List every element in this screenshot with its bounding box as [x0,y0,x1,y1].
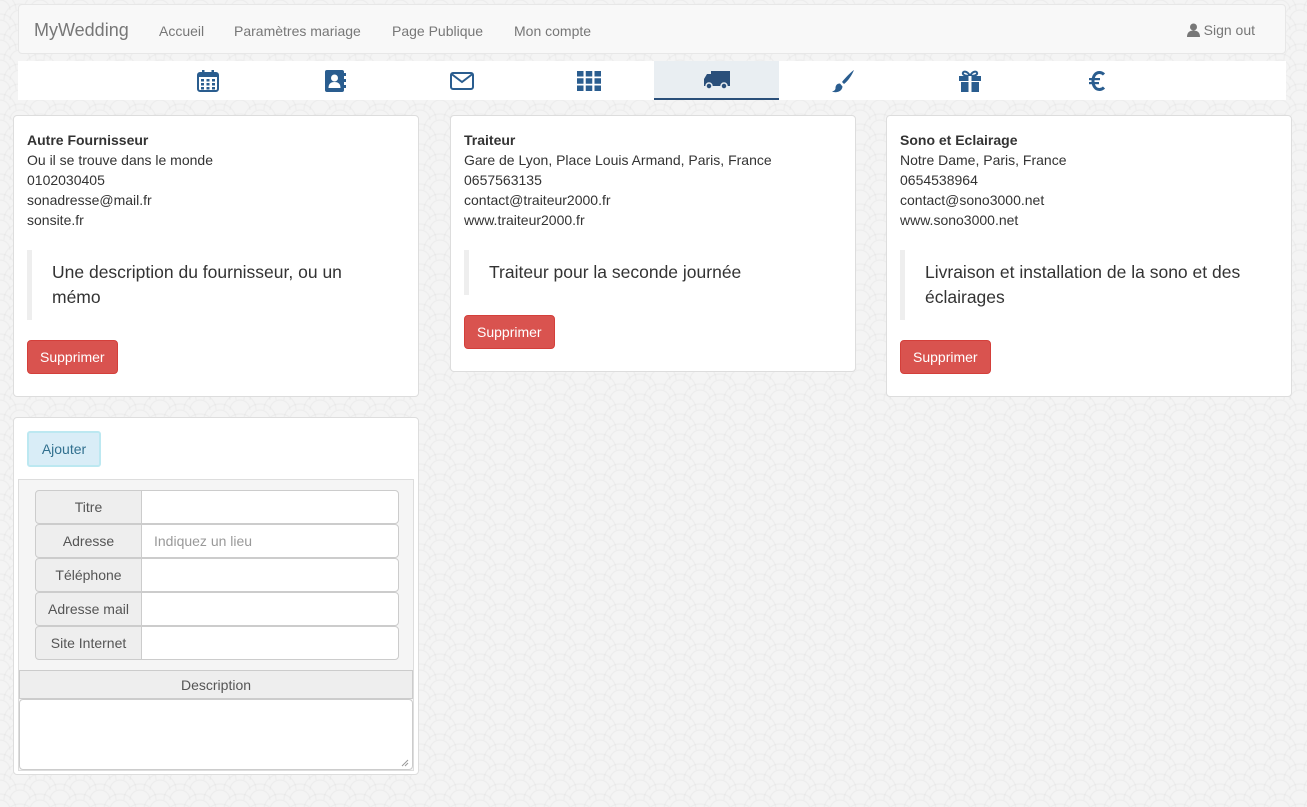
gift-icon [958,70,981,92]
add-supplier-button[interactable]: Ajouter [27,431,101,467]
address-label: Adresse [35,524,142,558]
resize-grip-icon[interactable] [401,759,409,767]
paintbrush-icon [831,69,854,92]
nav-link-mon-compte[interactable]: Mon compte [514,22,591,40]
supplier-email: sonadresse@mail.fr [27,192,152,208]
supplier-website: www.traiteur2000.fr [464,212,585,228]
delete-supplier-button[interactable]: Supprimer [464,315,555,349]
tab-gifts[interactable] [907,61,1032,100]
form-row-title: Titre [35,490,399,524]
add-supplier-card: Ajouter Titre Adresse Téléphone Adresse … [13,417,419,775]
supplier-title: Autre Fournisseur [27,132,149,148]
supplier-phone: 0102030405 [27,172,105,188]
title-label: Titre [35,490,142,524]
email-label: Adresse mail [35,592,142,626]
supplier-email: contact@traiteur2000.fr [464,192,611,208]
euro-icon [1088,70,1105,91]
section-icon-bar [18,61,1286,100]
calendar-icon [196,69,219,92]
website-input[interactable] [141,626,399,660]
grid-icon [576,70,601,91]
supplier-description: Une description du fournisseur, ou un mé… [27,250,405,320]
nav-link-accueil[interactable]: Accueil [159,22,204,40]
supplier-card: Autre Fournisseur Ou il se trouve dans l… [13,115,419,397]
tab-calendar[interactable] [145,61,270,100]
nav-link-page-publique[interactable]: Page Publique [392,22,483,40]
supplier-title: Sono et Eclairage [900,132,1018,148]
contact-book-icon [324,69,346,92]
supplier-email: contact@sono3000.net [900,192,1045,208]
form-row-address: Adresse [35,524,399,558]
tab-contacts[interactable] [272,61,397,100]
truck-icon [703,70,730,90]
supplier-card: Sono et Eclairage Notre Dame, Paris, Fra… [886,115,1292,397]
email-input[interactable] [141,592,399,626]
description-textarea[interactable] [19,699,413,770]
top-navbar: MyWedding Accueil Paramètres mariage Pag… [18,4,1286,54]
supplier-address: Gare de Lyon, Place Louis Armand, Paris,… [464,152,772,168]
phone-label: Téléphone [35,558,142,592]
tab-decoration[interactable] [780,61,905,100]
supplier-website: www.sono3000.net [900,212,1019,228]
supplier-card: Traiteur Gare de Lyon, Place Louis Arman… [450,115,856,372]
tab-tables[interactable] [526,61,651,100]
add-supplier-form: Titre Adresse Téléphone Adresse mail Sit… [18,479,414,771]
brand-logo[interactable]: MyWedding [34,20,129,40]
tab-budget[interactable] [1034,61,1159,100]
title-input[interactable] [141,490,399,524]
tab-suppliers[interactable] [654,61,779,100]
form-row-website: Site Internet [35,626,399,660]
envelope-icon [449,71,474,90]
supplier-website: sonsite.fr [27,212,84,228]
supplier-phone: 0657563135 [464,172,542,188]
user-icon [1186,23,1200,37]
description-label: Description [19,670,413,699]
form-row-phone: Téléphone [35,558,399,592]
delete-supplier-button[interactable]: Supprimer [27,340,118,374]
website-label: Site Internet [35,626,142,660]
address-input[interactable] [141,524,399,558]
supplier-address: Ou il se trouve dans le monde [27,152,213,168]
supplier-description: Livraison et installation de la sono et … [900,250,1278,320]
supplier-description: Traiteur pour la seconde journée [464,250,842,295]
sign-out-link[interactable]: Sign out [1186,22,1255,38]
delete-supplier-button[interactable]: Supprimer [900,340,991,374]
supplier-phone: 0654538964 [900,172,978,188]
sign-out-label: Sign out [1203,22,1255,38]
phone-input[interactable] [141,558,399,592]
form-row-email: Adresse mail [35,592,399,626]
nav-link-parametres-mariage[interactable]: Paramètres mariage [234,22,361,40]
supplier-address: Notre Dame, Paris, France [900,152,1067,168]
supplier-title: Traiteur [464,132,516,148]
tab-messages[interactable] [399,61,524,100]
